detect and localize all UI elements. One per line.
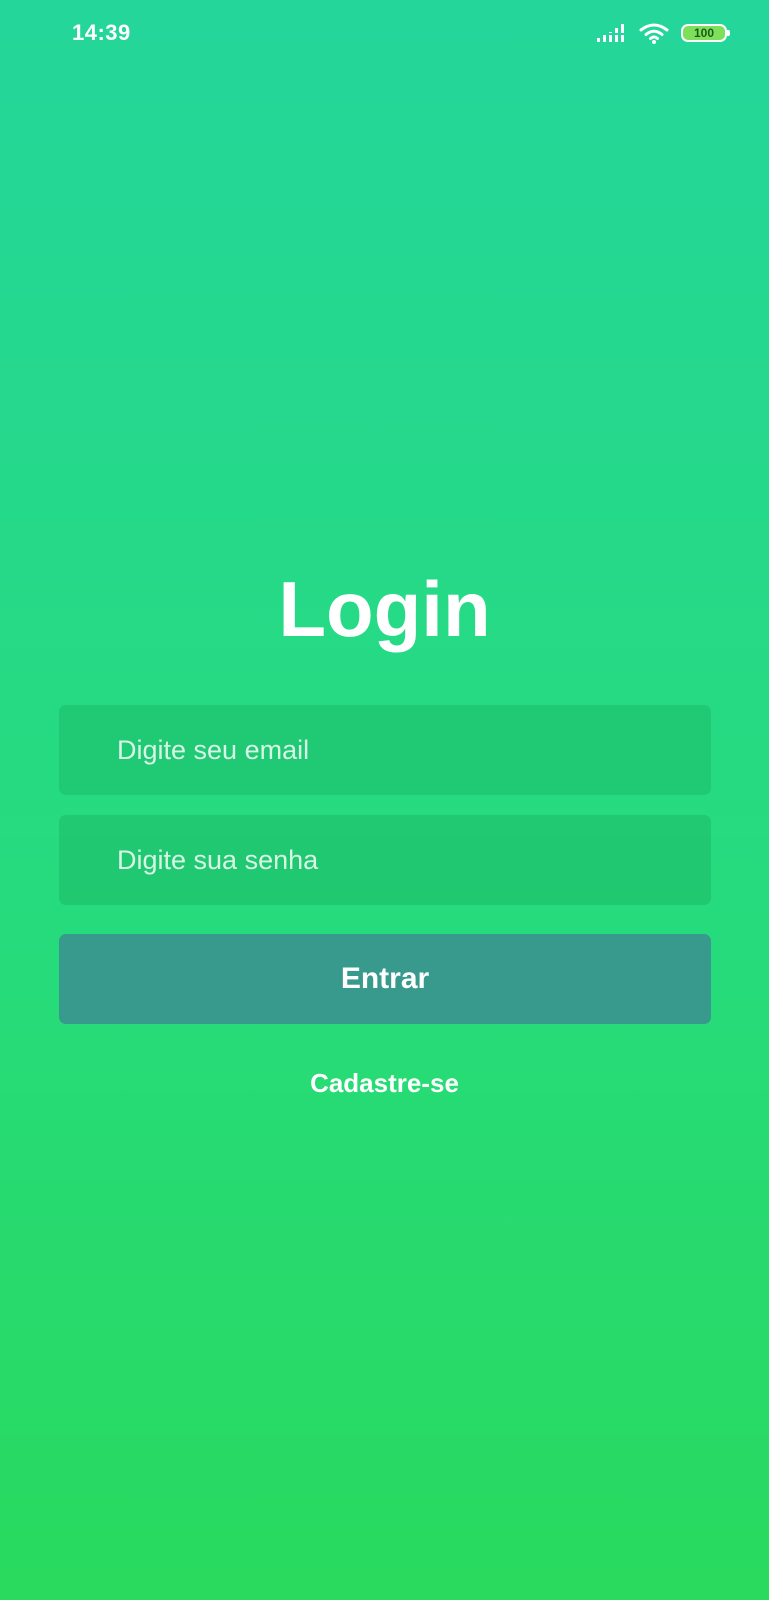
battery-nub — [727, 30, 730, 36]
signal-icon — [597, 24, 624, 42]
battery-icon: 100 — [681, 24, 730, 42]
page-title: Login — [278, 565, 491, 653]
status-icons: 100 — [597, 22, 730, 44]
status-bar: 14:39 100 — [0, 0, 769, 68]
battery-level: 100 — [693, 26, 715, 40]
wifi-icon — [639, 23, 669, 44]
login-button[interactable]: Entrar — [59, 934, 711, 1024]
status-time: 14:39 — [72, 20, 131, 45]
email-field[interactable] — [59, 705, 711, 795]
password-field[interactable] — [59, 815, 711, 905]
register-link[interactable]: Cadastre-se — [0, 1068, 769, 1099]
